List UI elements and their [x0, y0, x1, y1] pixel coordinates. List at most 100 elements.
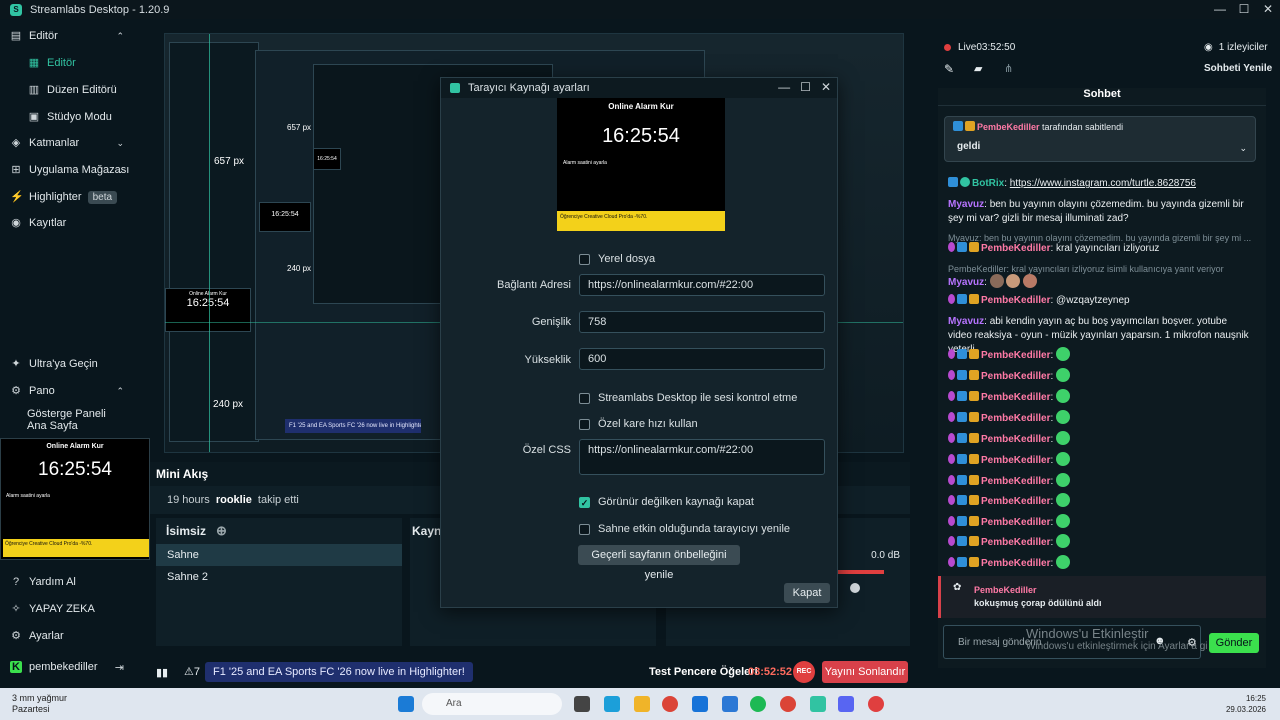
nav-editor-group[interactable]: ▤ Editör ⌃ — [0, 24, 150, 48]
nav-editor[interactable]: ▦ Editör — [0, 51, 150, 75]
nav-ultra[interactable]: ✦ Ultra'ya Geçin — [0, 352, 150, 376]
nav-recordings[interactable]: ◉ Kayıtlar — [0, 211, 150, 235]
preview-clock-source[interactable]: Online Alarm Kur 16:25:54 — [165, 288, 251, 332]
taskbar-search[interactable]: Ara — [422, 693, 562, 715]
close-button[interactable]: ✕ — [1256, 0, 1280, 19]
live-label: Live03:52:50 — [958, 42, 1016, 53]
chevron-down-icon[interactable]: ⌄ — [1239, 143, 1247, 154]
test-elements-label[interactable]: Test Pencere Öğeleri — [649, 666, 758, 678]
refresh-chat-button[interactable]: Sohbeti Yenile — [1204, 63, 1272, 74]
nav-layout-editor[interactable]: ▥ Düzen Editörü — [0, 78, 150, 102]
dimension-label: 240 px — [213, 399, 244, 410]
preview-clock-nested: 16:25:54 — [259, 202, 311, 232]
emote-message: PembeKediller: — [948, 473, 1253, 489]
notifications-icon[interactable]: ⚠7 — [184, 665, 200, 678]
pinned-message[interactable]: PembeKediller tarafından sabitlendi geld… — [944, 116, 1256, 162]
outlook-icon[interactable] — [722, 696, 738, 712]
beta-badge: beta — [87, 190, 118, 204]
nav-help[interactable]: ? Yardım Al — [0, 570, 150, 594]
nav-ai[interactable]: ✧ YAPAY ZEKA — [0, 597, 150, 621]
help-icon: ? — [12, 576, 20, 588]
scene-item[interactable]: Sahne — [156, 544, 402, 566]
emote-message: PembeKediller: — [948, 534, 1253, 550]
end-stream-button[interactable]: Yayını Sonlandır — [822, 661, 908, 683]
activation-watermark: Windows'u Etkinleştir Windows'u etkinleş… — [1026, 626, 1208, 652]
scenes-title: İsimsiz — [166, 524, 207, 538]
nav-app-store[interactable]: ⊞ Uygulama Mağazası ⌄ — [0, 158, 150, 182]
kick-icon: K — [10, 661, 22, 673]
emote-message: PembeKediller: — [948, 410, 1253, 426]
start-icon[interactable] — [398, 696, 414, 712]
custom-fps-checkbox[interactable]: Özel kare hızı kullan — [579, 418, 698, 430]
logout-icon[interactable]: ⇥ — [115, 661, 124, 674]
nav-dashboard[interactable]: ⚙ Pano ⌃ — [0, 379, 150, 403]
maximize-button[interactable]: ☐ — [800, 80, 811, 94]
dialog-title: Tarayıcı Kaynağı ayarları — [468, 82, 590, 94]
css-textarea[interactable]: https://onlinealarmkur.com/#22:00 — [579, 439, 825, 475]
taskview-icon[interactable] — [574, 696, 590, 712]
nav-highlighter[interactable]: ⚡ Highlighter beta — [0, 185, 150, 209]
url-input[interactable]: https://onlinealarmkur.com/#22:00 — [579, 274, 825, 296]
send-button[interactable]: Gönder — [1209, 633, 1259, 653]
nav-dashboard-home[interactable]: Gösterge Paneli Ana Sayfa — [0, 407, 125, 433]
streamlabs-logo-icon: S — [10, 3, 22, 16]
taskbar-clock[interactable]: 16:25 29.03.2026 — [1226, 693, 1266, 715]
width-input[interactable]: 758 — [579, 311, 825, 333]
chrome-icon[interactable] — [780, 696, 796, 712]
record-app-icon[interactable] — [868, 696, 884, 712]
refresh-checkbox[interactable]: Sahne etkin olduğunda tarayıcıyı yenile — [579, 523, 790, 535]
chat-message: PembeKediller: kral yayıncıları izliyoru… — [948, 242, 1253, 256]
scene-item[interactable]: Sahne 2 — [156, 566, 402, 588]
folder-icon[interactable]: ▰ — [974, 62, 982, 75]
width-label: Genişlik — [531, 316, 571, 328]
share-icon[interactable]: ⋔ — [1004, 62, 1013, 75]
thumb-clock: 16:25:54 — [38, 459, 112, 480]
window-title: Streamlabs Desktop - 1.20.9 — [30, 3, 170, 16]
emote-message: PembeKediller: — [948, 514, 1253, 530]
news-banner[interactable]: F1 '25 and EA Sports FC '26 now live in … — [205, 662, 473, 682]
stats-icon[interactable]: ▮▮ — [156, 666, 168, 679]
nav-studio-mode[interactable]: ▣ Stüdyo Modu — [0, 105, 150, 129]
add-scene-icon[interactable]: ⊕ — [216, 523, 227, 539]
streamlabs-icon[interactable] — [810, 696, 826, 712]
layout-icon: ▤ — [10, 30, 22, 42]
source-thumbnail[interactable]: Online Alarm Kur 16:25:54 Alarm saatini … — [0, 438, 150, 560]
volume-slider[interactable] — [850, 583, 860, 593]
nested-sidebar — [169, 42, 259, 442]
record-button[interactable]: REC — [793, 661, 815, 683]
minimize-button[interactable]: — — [1208, 0, 1232, 19]
chat-message: Myavuz: — [948, 274, 1253, 290]
nav-settings[interactable]: ⚙ Ayarlar — [0, 624, 150, 648]
chat-message: BotRix: https://www.instagram.com/turtle… — [948, 177, 1253, 191]
stream-timer: 03:52:52 — [748, 666, 793, 678]
close-dialog-button[interactable]: Kapat — [784, 583, 830, 603]
chevron-down-icon: ⌄ — [116, 164, 124, 175]
explorer-icon[interactable] — [634, 696, 650, 712]
refresh-cache-button[interactable]: Geçerli sayfanın önbelleğini yenile — [578, 545, 740, 581]
live-dot-icon — [944, 44, 951, 51]
spotify-icon[interactable] — [750, 696, 766, 712]
maximize-button[interactable]: ☐ — [1232, 0, 1256, 19]
weather-widget[interactable]: 3 mm yağmur Pazartesi — [12, 693, 67, 715]
chat-title: Sohbet — [938, 88, 1266, 106]
dimension-label: 657 px — [214, 156, 245, 167]
viewer-count: ◉ 1 izleyiciler — [1204, 42, 1268, 53]
edit-icon[interactable]: ✎ — [944, 62, 954, 76]
discord-icon[interactable] — [838, 696, 854, 712]
audio-control-checkbox[interactable]: Streamlabs Desktop ile sesi kontrol etme — [579, 392, 797, 404]
minimize-button[interactable]: — — [778, 80, 790, 94]
recordings-icon: ◉ — [11, 217, 21, 229]
shutdown-checkbox[interactable]: ✓ Görünür değilken kaynağı kapat — [579, 496, 754, 508]
edge-icon[interactable] — [604, 696, 620, 712]
ai-icon: ✧ — [11, 603, 21, 615]
height-input[interactable]: 600 — [579, 348, 825, 370]
store-icon[interactable] — [692, 696, 708, 712]
local-file-checkbox[interactable]: Yerel dosya — [579, 253, 655, 265]
nav-account[interactable]: Kpembekediller ⇥ — [0, 655, 150, 679]
chrome-icon[interactable] — [662, 696, 678, 712]
thumb-alarm-label: Alarm saatini ayarla — [6, 493, 50, 499]
editor-icon: ▦ — [28, 57, 40, 69]
close-button[interactable]: ✕ — [821, 80, 831, 94]
nav-layers[interactable]: ◈ Katmanlar ⌄ — [0, 131, 150, 155]
chat-panel: Sohbet PembeKediller tarafından sabitlen… — [938, 88, 1266, 668]
